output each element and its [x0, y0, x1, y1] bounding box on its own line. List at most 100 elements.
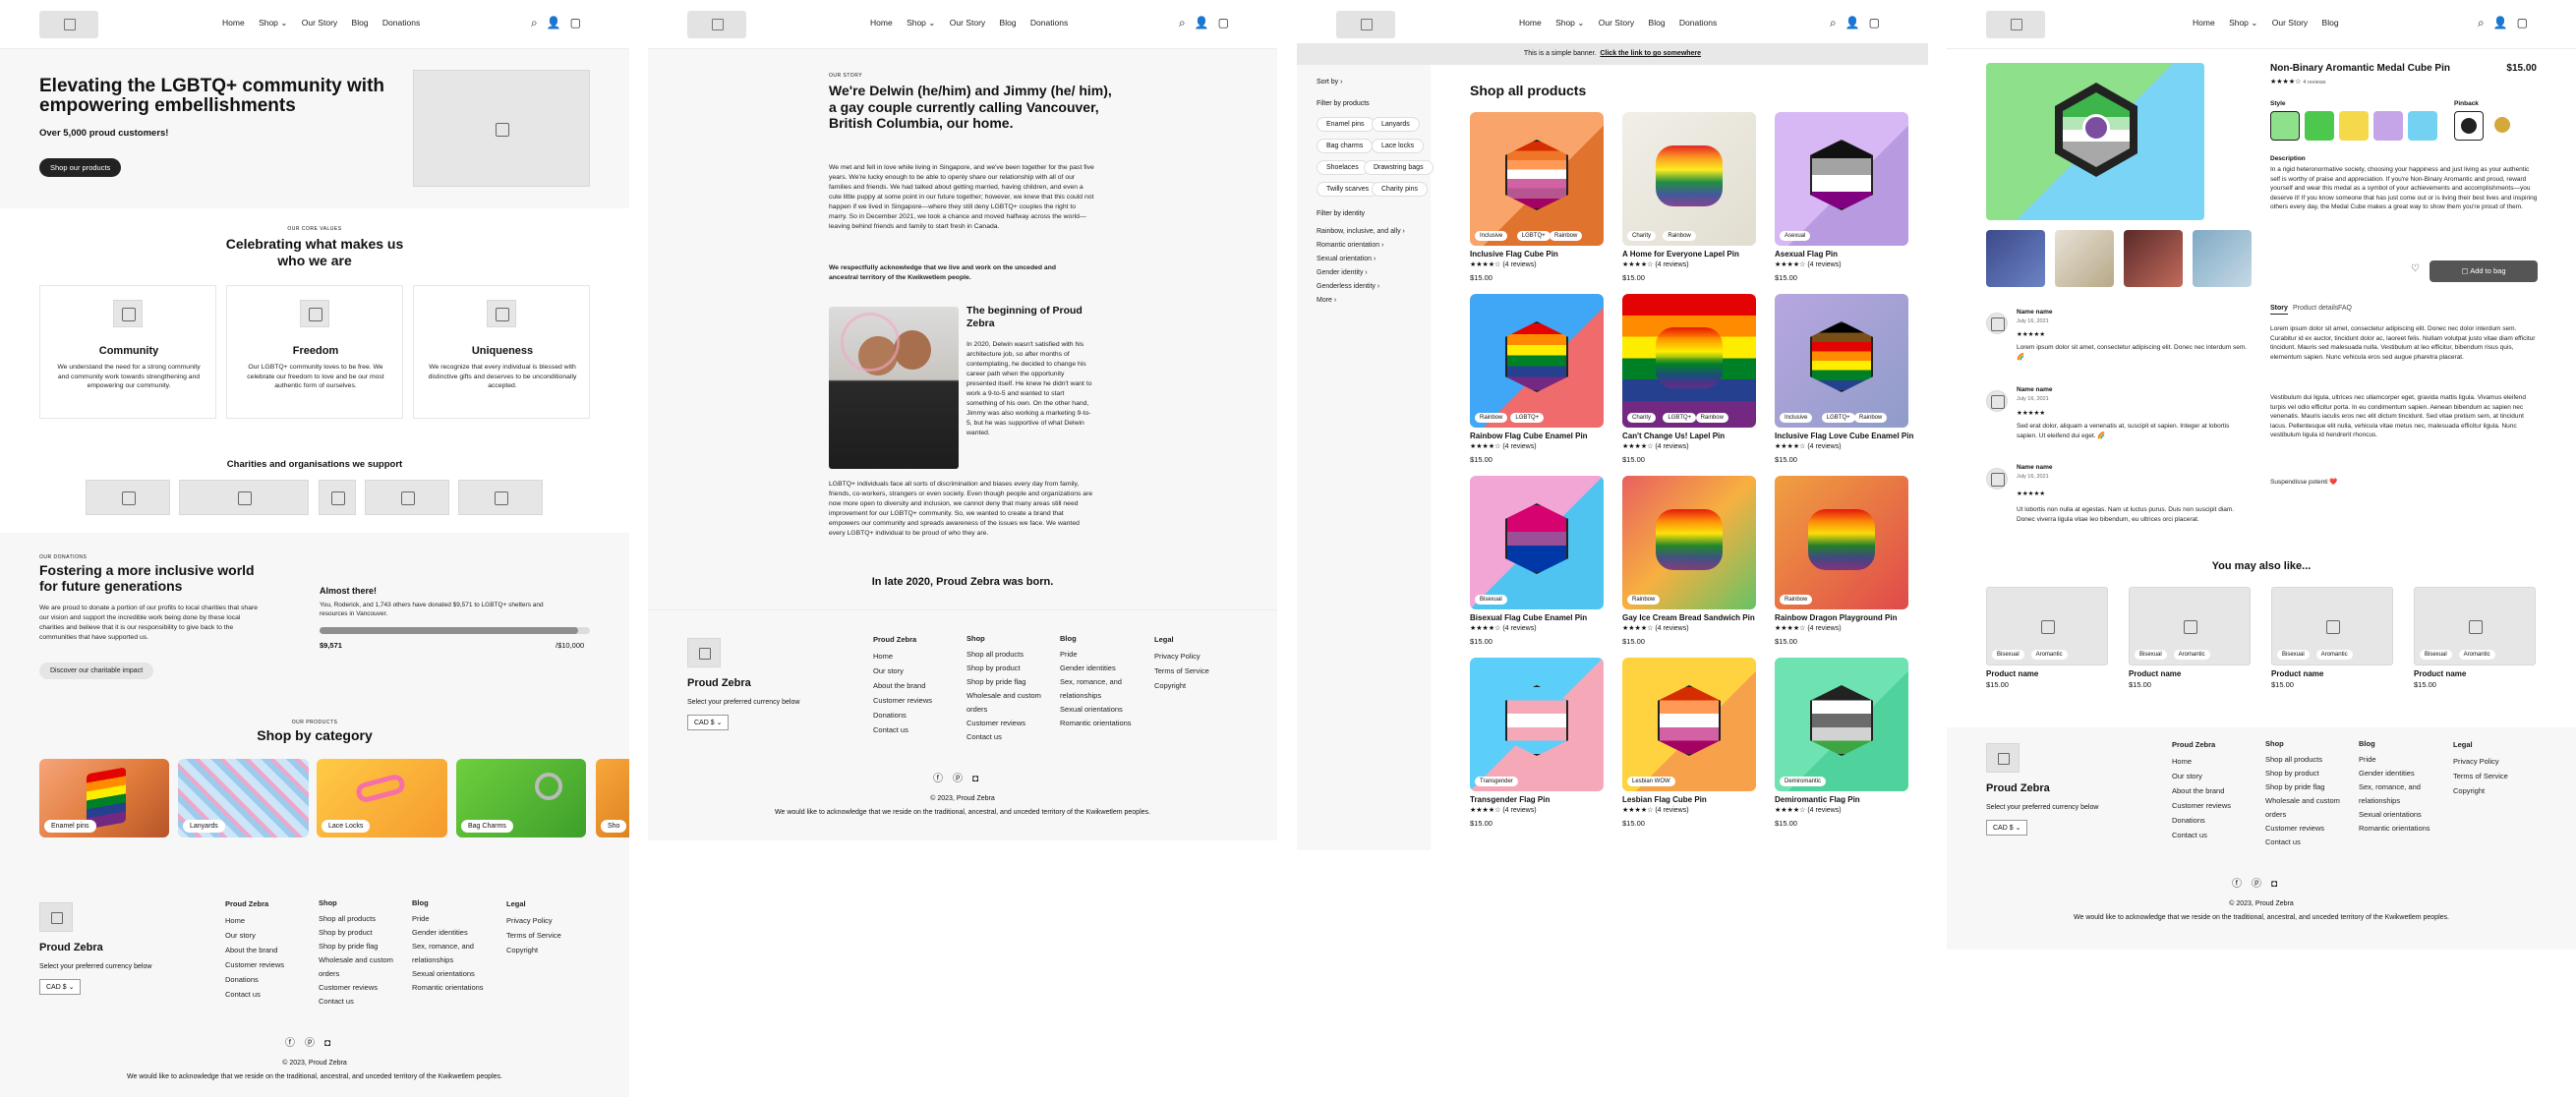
facebook-icon[interactable]: ⓕ [285, 1038, 305, 1049]
suggested-product-card[interactable]: Bisexual Aromantic Product name $15.00 [2129, 587, 2251, 695]
footer-link[interactable]: Romantic orientations [1060, 717, 1139, 730]
search-icon[interactable]: ⌕ [2478, 16, 2493, 29]
product-card[interactable]: Bisexual Bisexual Flag Cube Enamel Pin ★★★… [1470, 476, 1604, 653]
pinterest-icon[interactable]: ⓟ [953, 774, 972, 784]
chip-drawstring-bags[interactable]: Drawstring bags [1364, 160, 1434, 175]
nav-home[interactable]: Home [2193, 18, 2215, 28]
instagram-icon[interactable]: ◘ [324, 1038, 340, 1049]
style-option[interactable] [2339, 111, 2369, 141]
footer-link[interactable]: Sexual orientations [1060, 703, 1139, 717]
currency-select[interactable]: CAD $ ⌄ [687, 715, 730, 730]
footer-link[interactable]: Copyright [1154, 678, 1233, 693]
chip-charity-pins[interactable]: Charity pins [1372, 182, 1428, 197]
product-name[interactable]: Asexual Flag Pin [1775, 250, 1838, 259]
footer-link[interactable]: Shop by pride flag [2265, 780, 2344, 794]
footer-link[interactable]: Shop by pride flag [319, 940, 397, 953]
footer-link[interactable]: Donations [873, 708, 932, 722]
product-card[interactable]: Demiromantic Demiromantic Flag Pin ★★★★☆ (… [1775, 658, 1908, 835]
product-name[interactable]: Bisexual Flag Cube Enamel Pin [1470, 613, 1587, 622]
tab-story[interactable]: Story [2270, 305, 2288, 315]
identity-item[interactable]: More › [1317, 294, 1427, 308]
nav-our-story[interactable]: Our Story [950, 18, 985, 28]
logo[interactable] [39, 11, 98, 38]
product-image[interactable]: Charity LGBTQ+ Rainbow [1622, 294, 1756, 428]
chip-bag-charms[interactable]: Bag charms [1317, 139, 1374, 153]
footer-link[interactable]: Pride [2359, 753, 2437, 767]
nav-home[interactable]: Home [222, 18, 245, 28]
add-to-bag-button[interactable]: ▢ Add to bag [2430, 260, 2538, 282]
footer-link[interactable]: Contact us [966, 730, 1045, 744]
wishlist-heart-icon[interactable]: ♡ [2411, 263, 2420, 274]
suggested-product-image[interactable]: Bisexual Aromantic [2129, 587, 2251, 665]
nav-blog[interactable]: Blog [2322, 18, 2339, 28]
category-lanyards[interactable]: Lanyards [178, 759, 309, 837]
suggested-product-card[interactable]: Bisexual Aromantic Product name $15.00 [2414, 587, 2536, 695]
category-bag-charms[interactable]: Bag Charms [456, 759, 586, 837]
footer-link[interactable]: Shop by product [2265, 767, 2344, 780]
category-lace-locks[interactable]: Lace Locks [317, 759, 447, 837]
footer-link[interactable]: Customer reviews [2172, 798, 2231, 813]
footer-link[interactable]: Our story [2172, 769, 2231, 783]
product-card[interactable]: Inclusive LGBTQ+ Rainbow Inclusive Flag Cub… [1470, 112, 1604, 289]
nav-blog[interactable]: Blog [1000, 18, 1017, 28]
charity-logo[interactable] [86, 480, 170, 515]
tab-product-details[interactable]: Product details [2293, 305, 2338, 312]
pinback-option-selected[interactable] [2454, 111, 2484, 141]
footer-link[interactable]: Terms of Service [2453, 769, 2532, 783]
nav-donations[interactable]: Donations [1679, 18, 1717, 28]
nav-our-story[interactable]: Our Story [2272, 18, 2308, 28]
product-name[interactable]: Can't Change Us! Lapel Pin [1622, 432, 1725, 440]
bag-icon[interactable]: ▢ [570, 16, 590, 29]
logo[interactable] [1986, 11, 2045, 38]
suggested-product-name[interactable]: Product name [2414, 669, 2466, 678]
bag-icon[interactable]: ▢ [1218, 16, 1238, 29]
footer-link[interactable]: Shop by product [319, 926, 397, 940]
logo[interactable] [1336, 11, 1395, 38]
footer-link[interactable]: Donations [225, 972, 284, 987]
charity-logo[interactable] [365, 480, 449, 515]
footer-link[interactable]: Contact us [873, 722, 932, 737]
footer-link[interactable]: Gender identities [1060, 662, 1139, 675]
product-card[interactable]: Rainbow LGBTQ+ Rainbow Flag Cube Enamel Pi… [1470, 294, 1604, 471]
shop-products-button[interactable]: Shop our products [39, 158, 122, 177]
category-shoelaces[interactable]: Sho [596, 759, 629, 837]
suggested-product-name[interactable]: Product name [1986, 669, 2038, 678]
banner-link[interactable]: Click the link to go somewhere [1600, 50, 1701, 57]
chip-lanyards[interactable]: Lanyards [1372, 117, 1420, 132]
thumbnail-image[interactable] [1986, 230, 2045, 287]
nav-shop[interactable]: Shop ⌄ [1555, 18, 1584, 28]
nav-home[interactable]: Home [870, 18, 893, 28]
identity-item[interactable]: Romantic orientation › [1317, 239, 1427, 253]
footer-link[interactable]: Pride [412, 912, 491, 926]
discover-impact-button[interactable]: Discover our charitable impact [39, 663, 154, 679]
footer-link[interactable]: Pride [1060, 648, 1139, 662]
identity-item[interactable]: Sexual orientation › [1317, 253, 1427, 266]
account-icon[interactable]: 👤 [1195, 16, 1218, 29]
product-card[interactable]: Lesbian WOW Lesbian Flag Cube Pin ★★★★☆ (4… [1622, 658, 1756, 835]
product-image[interactable]: Demiromantic [1775, 658, 1908, 791]
instagram-icon[interactable]: ◘ [972, 774, 988, 784]
thumbnail-image[interactable] [2124, 230, 2183, 287]
chip-shoelaces[interactable]: Shoelaces [1317, 160, 1369, 175]
product-name[interactable]: Transgender Flag Pin [1470, 795, 1550, 804]
product-image[interactable]: Inclusive LGBTQ+ Rainbow [1470, 112, 1604, 246]
footer-link[interactable]: Customer reviews [2265, 822, 2344, 836]
product-rating[interactable]: ★★★★☆ 4 reviews [2270, 78, 2326, 86]
nav-shop[interactable]: Shop ⌄ [259, 18, 287, 28]
footer-link[interactable]: Copyright [506, 943, 585, 957]
product-name[interactable]: A Home for Everyone Lapel Pin [1622, 250, 1739, 259]
footer-link[interactable]: Home [873, 649, 932, 664]
product-image[interactable]: Asexual [1775, 112, 1908, 246]
footer-link[interactable]: Contact us [2172, 828, 2231, 842]
suggested-product-image[interactable]: Bisexual Aromantic [2414, 587, 2536, 665]
suggested-product-name[interactable]: Product name [2129, 669, 2181, 678]
product-card[interactable]: Transgender Transgender Flag Pin ★★★★☆ (4 … [1470, 658, 1604, 835]
product-name[interactable]: Lesbian Flag Cube Pin [1622, 795, 1707, 804]
chip-lace-locks[interactable]: Lace locks [1372, 139, 1425, 153]
footer-link[interactable]: Privacy Policy [2453, 754, 2532, 769]
product-name[interactable]: Inclusive Flag Love Cube Enamel Pin [1775, 432, 1913, 440]
footer-link[interactable]: Home [225, 913, 284, 928]
pinterest-icon[interactable]: ⓟ [2252, 879, 2271, 890]
currency-select[interactable]: CAD $ ⌄ [39, 979, 82, 995]
instagram-icon[interactable]: ◘ [2271, 879, 2287, 890]
